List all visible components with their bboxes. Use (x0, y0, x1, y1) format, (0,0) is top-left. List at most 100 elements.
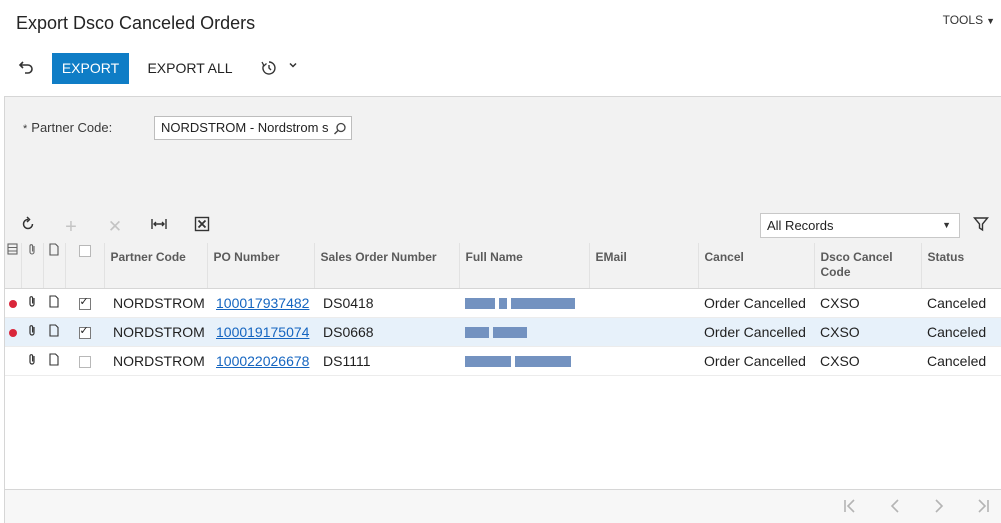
select-cell[interactable]: ✓ (65, 317, 104, 347)
last-page-icon[interactable] (975, 498, 991, 519)
select-all-column[interactable] (65, 243, 105, 289)
partner-code-field[interactable]: NORDSTROM - Nordstrom s (154, 116, 352, 140)
sales-order-cell: DS1111 (314, 346, 459, 376)
column-header[interactable]: Full Name (459, 243, 590, 289)
partner-code-cell: NORDSTROM (104, 317, 207, 347)
first-page-icon[interactable] (842, 498, 858, 519)
select-all-checkbox[interactable] (78, 244, 91, 257)
checkmark-icon: ✓ (79, 295, 89, 308)
po-number-link[interactable]: 100017937482 (216, 295, 309, 311)
column-header[interactable]: Dsco Cancel Code (814, 243, 922, 289)
status-cell: Canceled (921, 346, 1001, 376)
column-header[interactable]: EMail (589, 243, 699, 289)
redacted-block (499, 298, 507, 310)
orders-grid: Partner Code PO Number Sales Order Numbe… (5, 243, 1001, 376)
chevron-down-icon: ▼ (986, 16, 995, 26)
full-name-cell (459, 288, 589, 318)
row-status-cell (5, 346, 21, 376)
redacted-block (465, 356, 511, 368)
table-row[interactable]: NORDSTROM 100022026678 DS1111 Order Canc… (5, 346, 1001, 376)
redacted-block (493, 327, 527, 339)
error-indicator-icon (9, 328, 17, 337)
attachment-cell[interactable] (21, 317, 43, 347)
po-number-cell: 100017937482 (207, 288, 314, 318)
records-filter-value: All Records (767, 218, 834, 233)
po-number-cell: 100022026678 (207, 346, 314, 376)
main-toolbar: EXPORT EXPORT ALL (0, 53, 1001, 84)
fit-to-screen-icon[interactable] (148, 216, 170, 238)
tools-label: TOOLS (942, 13, 984, 27)
export-excel-icon[interactable] (191, 216, 213, 238)
export-all-button[interactable]: EXPORT ALL (142, 53, 238, 84)
status-cell: Canceled (921, 288, 1001, 318)
search-icon[interactable] (333, 121, 347, 139)
note-cell[interactable] (43, 288, 65, 318)
page-title: Export Dsco Canceled Orders (16, 13, 256, 33)
redacted-block (515, 356, 571, 368)
paperclip-icon (27, 353, 37, 369)
partner-code-cell: NORDSTROM (104, 346, 207, 376)
attachment-cell[interactable] (21, 288, 43, 318)
note-cell[interactable] (43, 346, 65, 376)
full-name-cell (459, 317, 589, 347)
tools-menu[interactable]: TOOLS ▼ (943, 13, 995, 27)
partner-code-cell: NORDSTROM (104, 288, 207, 318)
sales-order-cell: DS0668 (314, 317, 459, 347)
history-icon (260, 59, 278, 80)
column-header[interactable]: Cancel (698, 243, 815, 289)
table-row[interactable]: ✓ NORDSTROM 100017937482 DS0418 Order Ca… (5, 288, 1001, 318)
row-checkbox[interactable]: ✓ (78, 295, 91, 310)
cancel-cell: Order Cancelled (698, 288, 814, 318)
cancel-code-cell: CXSO (814, 317, 921, 347)
column-header[interactable]: PO Number (207, 243, 315, 289)
delete-row-icon[interactable]: ✕ (104, 216, 126, 238)
row-checkbox[interactable]: ✓ (78, 324, 91, 339)
previous-page-icon[interactable] (887, 498, 903, 519)
filter-icon[interactable] (973, 216, 995, 238)
table-row[interactable]: ✓ NORDSTROM 100019175074 DS0668 Order Ca… (5, 317, 1001, 347)
po-number-cell: 100019175074 (207, 317, 314, 347)
export-button[interactable]: EXPORT (52, 53, 129, 84)
next-page-icon[interactable] (931, 498, 947, 519)
attachment-cell[interactable] (21, 346, 43, 376)
row-status-cell (5, 317, 21, 347)
cancel-cell: Order Cancelled (698, 346, 814, 376)
po-number-link[interactable]: 100019175074 (216, 324, 309, 340)
partner-code-label: * Partner Code: (23, 120, 112, 135)
po-number-link[interactable]: 100022026678 (216, 353, 309, 369)
refresh-icon[interactable] (17, 216, 39, 238)
note-cell[interactable] (43, 317, 65, 347)
column-header[interactable]: Partner Code (104, 243, 208, 289)
redacted-block (465, 327, 489, 339)
error-indicator-icon (9, 299, 17, 308)
undo-icon[interactable] (14, 58, 38, 80)
column-header[interactable]: Sales Order Number (314, 243, 460, 289)
note-icon (49, 294, 59, 311)
records-filter-select[interactable]: All Records ▼ (760, 213, 960, 238)
row-status-icon (7, 243, 18, 258)
caret-down-icon: ▼ (942, 220, 951, 230)
partner-code-value: NORDSTROM - Nordstrom s (161, 120, 329, 135)
grid-toolbar: + ✕ All Records ▼ (5, 209, 1001, 243)
grid-header-row: Partner Code PO Number Sales Order Numbe… (5, 243, 1001, 289)
sales-order-cell: DS0418 (314, 288, 459, 318)
paperclip-icon (27, 244, 37, 259)
checkmark-icon: ✓ (79, 324, 89, 337)
partner-code-label-text: Partner Code: (31, 120, 113, 135)
full-name-cell (459, 346, 589, 376)
row-status-column[interactable] (5, 243, 22, 289)
column-header[interactable]: Status (921, 243, 1001, 289)
cancel-code-cell: CXSO (814, 346, 921, 376)
status-cell: Canceled (921, 317, 1001, 347)
paperclip-icon (27, 324, 37, 340)
select-cell[interactable] (65, 346, 104, 376)
select-cell[interactable]: ✓ (65, 288, 104, 318)
grid-footer-pager (5, 489, 1001, 523)
filter-form: * Partner Code: NORDSTROM - Nordstrom s (5, 97, 1001, 209)
add-row-icon[interactable]: + (60, 216, 82, 238)
row-checkbox[interactable] (78, 355, 91, 368)
attachments-column[interactable] (21, 243, 44, 289)
history-dropdown-button[interactable] (256, 57, 302, 81)
notes-column[interactable] (43, 243, 66, 289)
row-status-cell (5, 288, 21, 318)
